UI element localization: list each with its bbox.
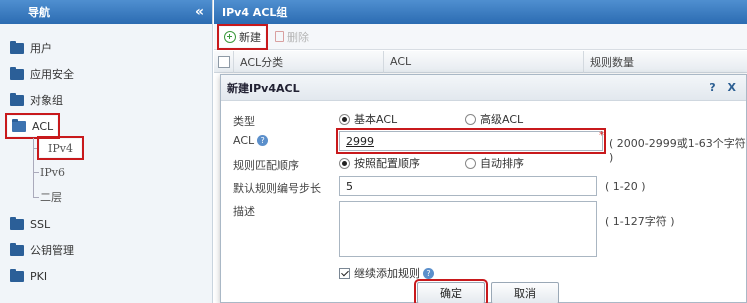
required-mark: * (599, 130, 604, 141)
trash-icon (275, 31, 284, 42)
type-label: 类型 (233, 115, 255, 128)
folder-icon (10, 242, 24, 256)
add-icon (224, 30, 236, 43)
sidebar-item-ipv6[interactable]: IPv6 (40, 163, 65, 181)
radio-label: 按照配置顺序 (354, 157, 420, 170)
desc-label: 描述 (233, 205, 255, 218)
acl-label: ACL (233, 134, 255, 147)
select-all-cell (214, 50, 234, 73)
toolbar: 新建 删除 (214, 23, 747, 50)
help-icon[interactable]: ? (423, 267, 434, 279)
new-acl-dialog: 新建IPv4ACL ? X 类型 基本ACL 高级ACL ACL ? 2999 … (220, 74, 747, 303)
new-button[interactable]: 新建 (217, 23, 268, 50)
sidebar-item-label: IPv6 (40, 165, 65, 179)
radio-selected-icon (339, 157, 350, 169)
order-radio-auto[interactable]: 自动排序 (465, 155, 524, 171)
sidebar-item-pubkey[interactable]: 公钥管理 (10, 240, 74, 260)
folder-icon (10, 268, 24, 282)
step-hint: ( 1-20 ) (605, 180, 646, 193)
table-header: ACL分类 ACL 规则数量 (214, 50, 747, 73)
folder-icon (10, 92, 24, 106)
sidebar-item-label: 二层 (40, 191, 62, 204)
column-acl-type[interactable]: ACL分类 (234, 50, 384, 73)
folder-icon (10, 216, 24, 230)
tree-branch (33, 148, 39, 149)
folder-open-icon (12, 118, 26, 132)
delete-button-label: 删除 (287, 30, 309, 44)
acl-number-input[interactable]: 2999 (336, 128, 606, 154)
tree-branch (33, 172, 39, 173)
dialog-titlebar: 新建IPv4ACL ? X (221, 75, 746, 101)
desc-hint: ( 1-127字符 ) (605, 215, 675, 228)
ok-button[interactable]: 确定 (414, 279, 488, 303)
cancel-button[interactable]: 取消 (491, 282, 559, 303)
step-input[interactable]: 5 (339, 176, 597, 196)
help-close-icons[interactable]: ? X (709, 81, 740, 94)
tree-line (33, 138, 34, 198)
description-textarea[interactable] (339, 201, 597, 257)
collapse-icon[interactable]: « (195, 4, 204, 20)
checkbox-checked-icon (339, 267, 350, 279)
sidebar-item-label: 应用安全 (30, 68, 74, 81)
column-acl[interactable]: ACL (384, 50, 584, 73)
radio-label: 基本ACL (354, 113, 398, 126)
continue-add-label: 继续添加规则 (354, 267, 420, 280)
tree-branch (33, 197, 39, 198)
sidebar-item-label: SSL (30, 217, 51, 231)
sidebar-item-pki[interactable]: PKI (10, 266, 47, 286)
sidebar-item-layer2[interactable]: 二层 (40, 188, 62, 206)
sidebar-item-app-security[interactable]: 应用安全 (10, 64, 74, 84)
nav-sidebar: 导航 « 用户 应用安全 对象组 ACL IPv4 IPv6 二层 SSL 公钥… (0, 0, 213, 303)
new-button-label: 新建 (239, 30, 261, 44)
delete-button[interactable]: 删除 (271, 27, 313, 47)
sidebar-item-ssl[interactable]: SSL (10, 214, 50, 234)
order-radio-config[interactable]: 按照配置顺序 (339, 155, 420, 171)
order-label: 规则匹配顺序 (233, 159, 299, 172)
help-icon[interactable]: ? (257, 135, 269, 146)
page-title: IPv4 ACL组 (214, 0, 747, 24)
sidebar-header: 导航 « (0, 0, 212, 24)
sidebar-item-label: 公钥管理 (30, 244, 74, 257)
sidebar-item-ipv4[interactable]: IPv4 (37, 136, 84, 160)
folder-icon (10, 40, 24, 54)
radio-label: 高级ACL (480, 113, 524, 126)
sidebar-item-object-group[interactable]: 对象组 (10, 90, 63, 110)
radio-label: 自动排序 (480, 157, 524, 170)
sidebar-title: 导航 (28, 6, 50, 19)
acl-label-group: ACL ? (233, 134, 269, 147)
radio-icon (465, 113, 476, 125)
continue-add-checkbox[interactable]: 继续添加规则 ? (339, 265, 434, 281)
type-radio-advanced[interactable]: 高级ACL (465, 111, 523, 127)
select-all-checkbox[interactable] (218, 55, 230, 68)
radio-selected-icon (339, 113, 350, 125)
dialog-title: 新建IPv4ACL (227, 81, 300, 95)
radio-icon (465, 157, 476, 169)
column-rule-count[interactable]: 规则数量 (584, 51, 747, 73)
sidebar-item-acl[interactable]: ACL (4, 113, 61, 139)
step-label: 默认规则编号步长 (233, 182, 321, 195)
sidebar-item-label: 对象组 (30, 94, 63, 107)
sidebar-item-users[interactable]: 用户 (10, 38, 52, 58)
type-radio-basic[interactable]: 基本ACL (339, 111, 397, 127)
sidebar-item-label: 用户 (30, 42, 52, 55)
sidebar-item-label: IPv4 (48, 141, 73, 155)
sidebar-item-label: ACL (32, 119, 54, 133)
sidebar-item-label: PKI (30, 269, 48, 283)
acl-hint: ( 2000-2999或1-63个字符 ) (609, 137, 746, 164)
folder-icon (10, 66, 24, 80)
